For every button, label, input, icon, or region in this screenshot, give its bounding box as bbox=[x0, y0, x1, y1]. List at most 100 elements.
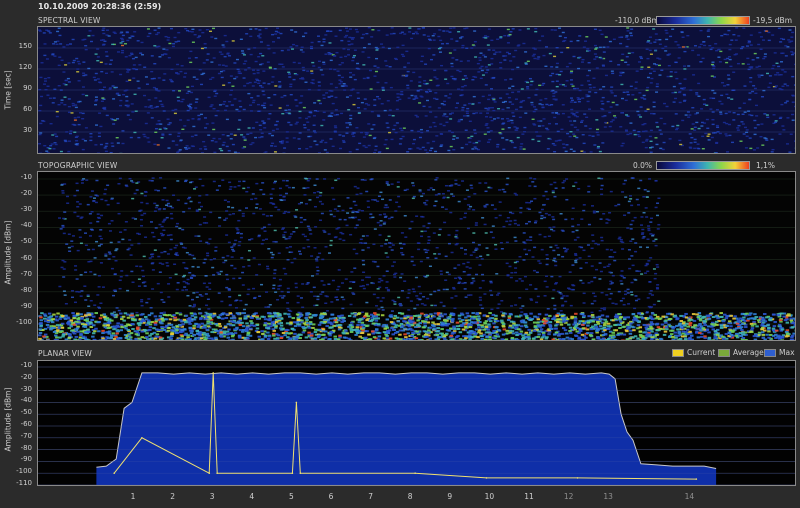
spectral-cell bbox=[313, 131, 317, 134]
topographic-cell bbox=[317, 323, 322, 326]
spectral-cell bbox=[561, 104, 565, 106]
spectral-cell bbox=[81, 112, 85, 115]
spectral-cell bbox=[77, 123, 81, 126]
topographic-cell bbox=[508, 223, 512, 226]
spectral-cell bbox=[131, 35, 135, 38]
spectral-cell bbox=[510, 119, 514, 122]
spectral-cell bbox=[415, 97, 419, 99]
spectral-cell bbox=[598, 46, 602, 49]
spectral-cell bbox=[588, 83, 592, 86]
topographic-cell bbox=[166, 329, 171, 332]
spectral-cell bbox=[295, 45, 299, 47]
topographic-cell bbox=[186, 336, 190, 339]
spectral-cell bbox=[700, 108, 704, 110]
spectral-cell bbox=[743, 85, 747, 87]
spectral-cell bbox=[488, 138, 492, 141]
topographic-cell bbox=[480, 325, 485, 328]
spectral-cell bbox=[290, 29, 294, 31]
topographic-cell bbox=[476, 336, 480, 339]
spectral-cell bbox=[684, 114, 688, 116]
topographic-cell bbox=[423, 314, 428, 317]
topographic-cell bbox=[74, 335, 79, 338]
spectral-cell bbox=[40, 95, 44, 98]
spectral-cell bbox=[652, 101, 656, 103]
spectral-cell bbox=[55, 110, 59, 113]
spectral-cell bbox=[353, 49, 357, 51]
spectral-cell bbox=[420, 131, 424, 134]
spectral-cell bbox=[160, 137, 164, 139]
topographic-cell bbox=[516, 224, 520, 226]
topographic-cell bbox=[584, 336, 588, 339]
spectral-cell bbox=[711, 47, 715, 49]
spectral-cell bbox=[367, 43, 371, 45]
topographic-cell bbox=[203, 333, 207, 336]
topographic-cell bbox=[91, 335, 95, 338]
spectral-cell bbox=[765, 114, 769, 116]
spectral-cell bbox=[496, 146, 500, 148]
topographic-cell bbox=[767, 327, 771, 330]
spectral-cell bbox=[557, 139, 561, 142]
topographic-cell bbox=[599, 188, 603, 190]
spectral-cell bbox=[395, 99, 399, 102]
spectral-cell bbox=[728, 111, 732, 113]
topographic-cell bbox=[611, 331, 615, 334]
spectral-cell bbox=[569, 72, 573, 74]
topographic-cell bbox=[570, 338, 574, 340]
topographic-cell bbox=[699, 325, 704, 328]
spectral-cell bbox=[190, 135, 194, 138]
spectral-cell bbox=[205, 59, 209, 61]
topographic-cell bbox=[193, 316, 198, 319]
spectral-cell bbox=[125, 100, 129, 102]
topographic-cell bbox=[559, 323, 564, 326]
spectral-cell bbox=[479, 52, 483, 54]
spectral-cell bbox=[294, 99, 298, 101]
spectral-cell bbox=[588, 108, 592, 110]
spectral-cell bbox=[449, 27, 453, 29]
spectral-plot[interactable] bbox=[37, 26, 796, 154]
topographic-cell bbox=[377, 323, 381, 326]
topographic-cell bbox=[119, 312, 123, 315]
topographic-cell bbox=[227, 241, 231, 244]
spectral-cell bbox=[52, 97, 56, 99]
spectral-cell bbox=[596, 145, 600, 148]
spectral-cell bbox=[273, 94, 277, 96]
topographic-cell bbox=[38, 328, 43, 331]
topographic-cell bbox=[138, 338, 142, 340]
spectral-cell bbox=[677, 57, 681, 59]
spectral-cell bbox=[194, 57, 198, 59]
spectral-cell bbox=[285, 112, 289, 114]
spectral-cell bbox=[649, 151, 653, 153]
spectral-cell bbox=[289, 46, 293, 48]
topographic-cell bbox=[574, 261, 578, 264]
spectral-cell bbox=[432, 140, 436, 143]
spectral-cell bbox=[254, 60, 258, 63]
topographic-cell bbox=[187, 339, 192, 340]
topographic-cell bbox=[361, 326, 366, 329]
topographic-cell bbox=[520, 325, 524, 328]
spectral-cell bbox=[190, 31, 194, 33]
topographic-cell bbox=[56, 312, 60, 315]
spectral-cell bbox=[264, 27, 268, 30]
topographic-cell bbox=[267, 335, 272, 338]
spectral-cell bbox=[600, 100, 604, 102]
spectral-cell bbox=[167, 57, 171, 59]
spectral-cell bbox=[60, 59, 64, 62]
topographic-cell bbox=[227, 328, 231, 331]
spectral-cell bbox=[119, 32, 123, 34]
spectral-cell bbox=[125, 95, 129, 98]
topographic-cell bbox=[612, 335, 616, 338]
spectral-cell bbox=[305, 148, 309, 150]
spectral-cell bbox=[287, 121, 291, 124]
spectral-cell bbox=[255, 78, 259, 80]
topographic-cell bbox=[225, 217, 229, 220]
topographic-cell bbox=[724, 332, 729, 335]
spectral-cell bbox=[315, 143, 319, 146]
topographic-plot[interactable] bbox=[37, 171, 796, 341]
spectral-cell bbox=[414, 31, 418, 33]
spectral-cell bbox=[752, 149, 756, 151]
spectral-cell bbox=[302, 106, 306, 109]
topographic-cell bbox=[64, 302, 68, 305]
topographic-cell bbox=[49, 325, 54, 328]
topographic-cell bbox=[682, 322, 686, 325]
topographic-cell bbox=[274, 320, 279, 323]
